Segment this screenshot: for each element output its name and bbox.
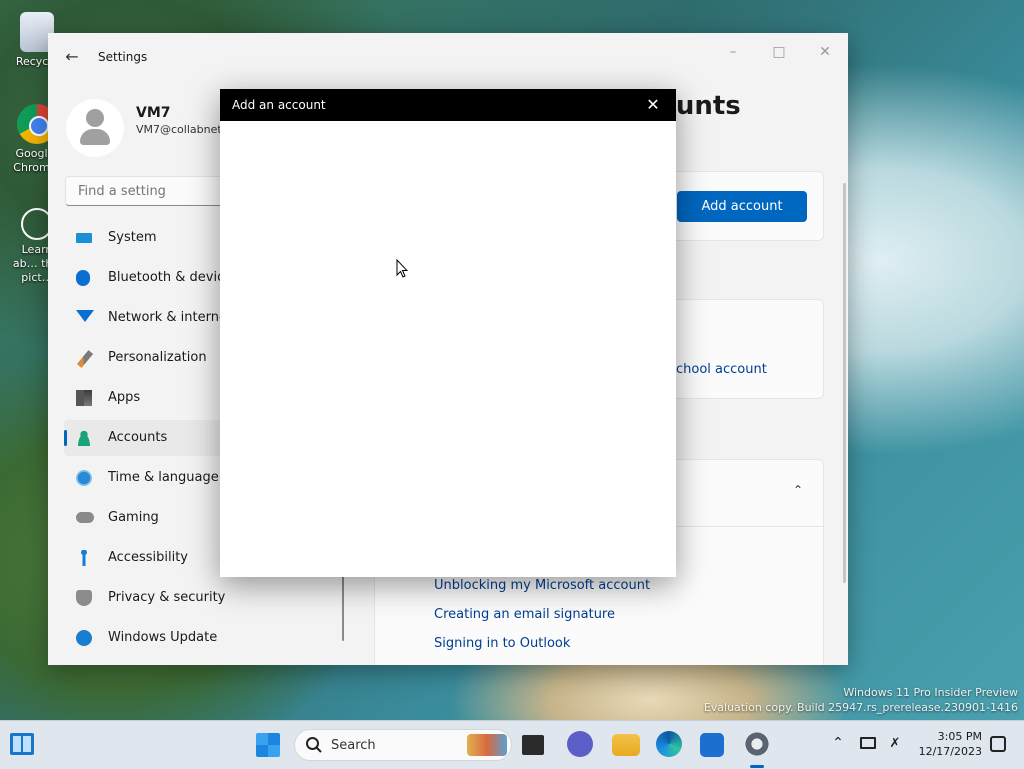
link-unblocking-account[interactable]: Unblocking my Microsoft account bbox=[434, 578, 650, 593]
brush-icon bbox=[76, 350, 94, 368]
chevron-up-icon[interactable]: ⌃ bbox=[790, 483, 806, 499]
display-icon[interactable] bbox=[860, 737, 876, 749]
profile-email: VM7@collabnet bbox=[136, 123, 222, 136]
content-scrollbar[interactable] bbox=[843, 183, 846, 583]
sidebar-item-label: Windows Update bbox=[108, 630, 218, 645]
system-icon bbox=[76, 233, 92, 243]
dialog-header: Add an account ✕ bbox=[220, 89, 676, 121]
minimize-icon[interactable]: – bbox=[718, 41, 748, 63]
accessibility-icon bbox=[76, 550, 92, 566]
apps-icon bbox=[76, 390, 92, 406]
sidebar-item-label: Privacy & security bbox=[108, 590, 226, 605]
volume-muted-icon[interactable]: ✗ bbox=[887, 736, 903, 752]
start-icon[interactable] bbox=[256, 733, 280, 757]
avatar[interactable] bbox=[66, 99, 124, 157]
add-account-dialog: Add an account ✕ bbox=[220, 89, 676, 577]
accounts-icon bbox=[76, 430, 92, 446]
teams-chat-icon[interactable] bbox=[567, 731, 593, 757]
taskbar-search[interactable]: Search bbox=[294, 729, 512, 761]
sidebar-item-label: Gaming bbox=[108, 510, 159, 525]
watermark-build: Evaluation copy. Build 25947.rs_prerelea… bbox=[703, 701, 1018, 714]
time-language-icon bbox=[76, 470, 92, 486]
task-view-icon[interactable] bbox=[522, 735, 544, 755]
link-signing-outlook[interactable]: Signing in to Outlook bbox=[434, 636, 570, 651]
close-icon[interactable]: ✕ bbox=[810, 41, 840, 63]
sidebar-item-label: Accessibility bbox=[108, 550, 188, 565]
title-bar: ← Settings – □ ✕ bbox=[48, 33, 848, 81]
gamepad-icon bbox=[76, 512, 94, 523]
dialog-close-icon[interactable]: ✕ bbox=[642, 95, 664, 115]
taskbar-clock[interactable]: 3:05 PM 12/17/2023 bbox=[912, 729, 982, 759]
sidebar-item-privacy[interactable]: Privacy & security bbox=[64, 580, 344, 616]
wifi-icon bbox=[76, 310, 94, 322]
sidebar-item-windows-update[interactable]: Windows Update bbox=[64, 620, 344, 656]
chevron-up-icon[interactable]: ⌃ bbox=[830, 735, 846, 751]
clock-date: 12/17/2023 bbox=[918, 745, 982, 758]
window-title: Settings bbox=[98, 50, 148, 64]
file-explorer-icon[interactable] bbox=[612, 734, 640, 756]
settings-gear-icon[interactable] bbox=[744, 731, 770, 757]
selected-indicator bbox=[64, 430, 67, 446]
dialog-content bbox=[220, 121, 676, 577]
link-email-signature[interactable]: Creating an email signature bbox=[434, 607, 615, 622]
search-icon bbox=[306, 737, 322, 753]
sidebar-item-label: Personalization bbox=[108, 350, 207, 365]
sidebar-item-label: Accounts bbox=[108, 430, 168, 445]
taskbar: Search ⌃ ✗ 3:05 PM 12/17/2023 bbox=[0, 720, 1024, 769]
edge-icon[interactable] bbox=[656, 731, 682, 757]
sidebar-item-label: Apps bbox=[108, 390, 141, 405]
store-icon[interactable] bbox=[700, 733, 724, 757]
back-arrow-icon[interactable]: ← bbox=[62, 47, 82, 67]
watermark-edition: Windows 11 Pro Insider Preview bbox=[843, 686, 1018, 699]
dialog-title: Add an account bbox=[232, 98, 326, 112]
clock-time: 3:05 PM bbox=[937, 730, 982, 743]
search-highlight-icon bbox=[467, 734, 507, 756]
search-label: Search bbox=[331, 738, 376, 753]
bluetooth-icon bbox=[76, 270, 90, 286]
notification-icon[interactable] bbox=[990, 736, 1006, 752]
sidebar-item-label: Time & language bbox=[108, 470, 219, 485]
add-account-button[interactable]: Add account bbox=[677, 191, 807, 222]
shield-icon bbox=[76, 590, 92, 606]
update-icon bbox=[76, 630, 92, 646]
school-account-link[interactable]: chool account bbox=[676, 362, 767, 377]
mouse-cursor-icon bbox=[396, 259, 408, 278]
widgets-icon[interactable] bbox=[10, 733, 34, 755]
profile-name: VM7 bbox=[136, 105, 171, 121]
sidebar-item-label: Network & interne bbox=[108, 310, 227, 325]
sidebar-item-label: Bluetooth & devic bbox=[108, 270, 225, 285]
sidebar-item-label: System bbox=[108, 230, 157, 245]
maximize-icon[interactable]: □ bbox=[764, 41, 794, 63]
